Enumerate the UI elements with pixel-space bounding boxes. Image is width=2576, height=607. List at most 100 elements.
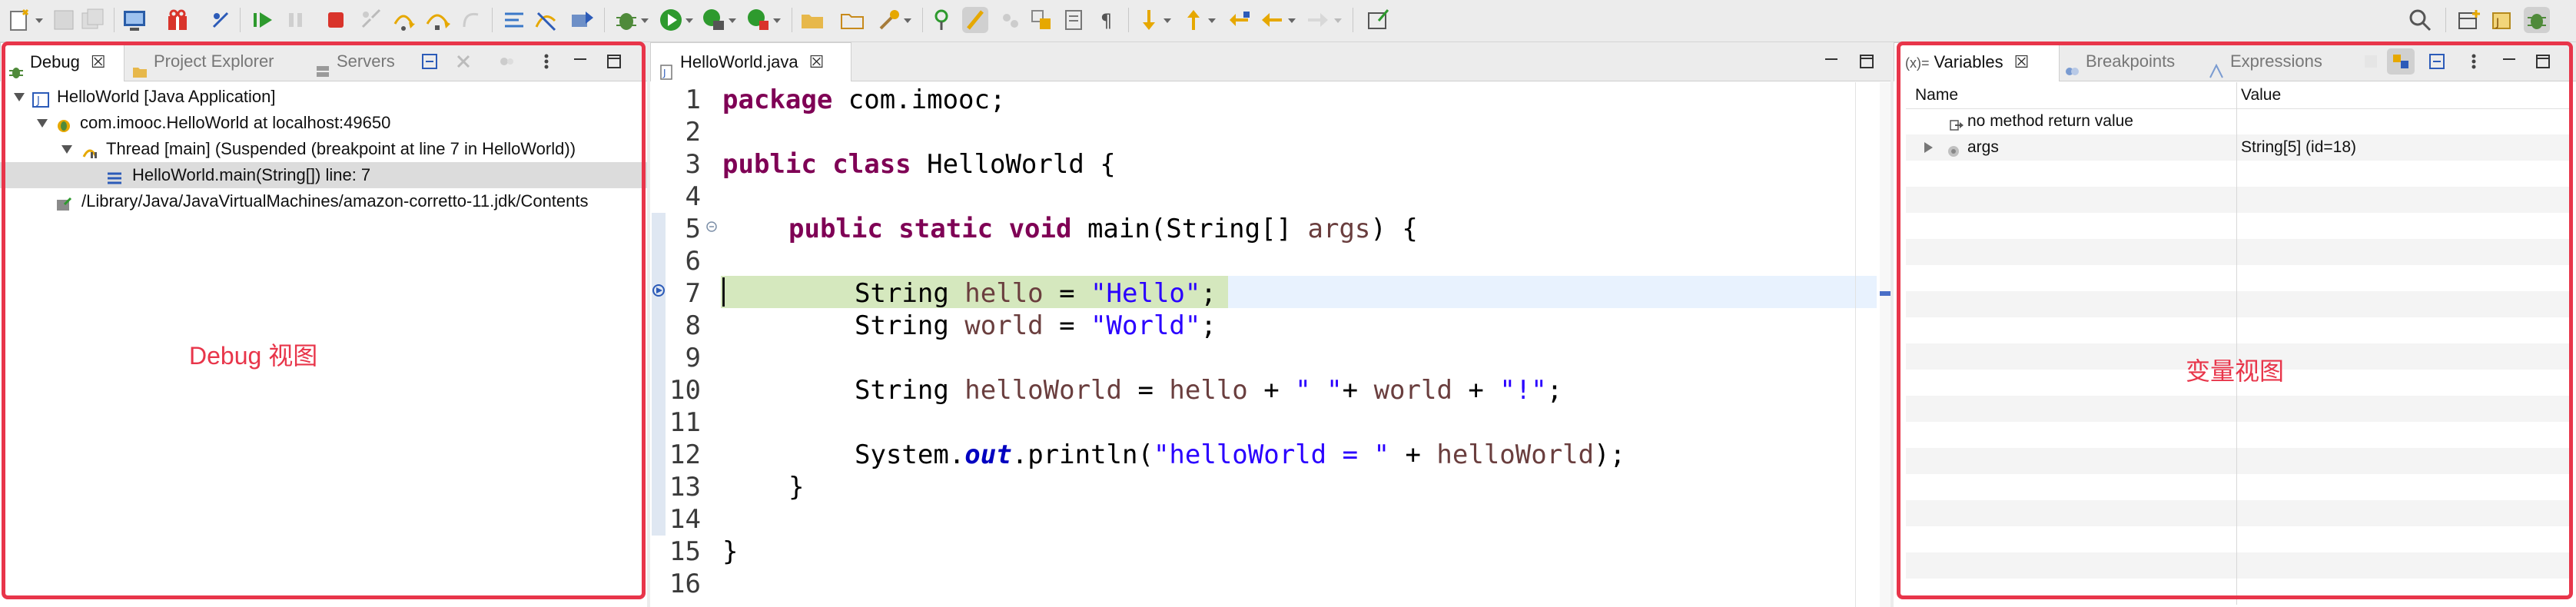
tab-debug[interactable]: Debug ☒ (0, 42, 124, 81)
terminate-icon[interactable] (323, 7, 349, 33)
pin-editor-icon[interactable] (1365, 7, 1391, 33)
last-edit-icon[interactable] (1227, 7, 1253, 33)
next-annotation-icon[interactable] (1136, 7, 1162, 33)
chevron-down-icon[interactable] (685, 18, 693, 23)
format-icon[interactable] (501, 7, 527, 33)
tab-helloworld-java[interactable]: J HelloWorld.java ☒ (650, 42, 851, 81)
chevron-down-icon[interactable] (773, 18, 781, 23)
open-perspective-icon[interactable] (2456, 7, 2482, 33)
chevron-down-icon[interactable] (37, 119, 48, 128)
prev-annotation-icon[interactable] (1180, 7, 1207, 33)
chevron-down-icon[interactable] (904, 18, 911, 23)
java-file-icon: J (659, 55, 674, 80)
code-token: = (1043, 310, 1091, 341)
drop-frame-icon[interactable] (569, 7, 595, 33)
chevron-down-icon[interactable] (1334, 18, 1342, 23)
word-wrap-icon[interactable] (1061, 7, 1087, 33)
coverage-icon[interactable] (701, 7, 727, 33)
suspend-icon[interactable] (283, 7, 309, 33)
column-header-name[interactable]: Name (1915, 82, 1958, 108)
variables-view-tabs: (x)= Variables ☒ Breakpoints Expressions (1894, 42, 2576, 81)
step-into-icon[interactable] (390, 7, 417, 33)
tree-row-vm[interactable]: com.imooc.HelloWorld at localhost:49650 (0, 110, 647, 136)
skip-breakpoints-icon[interactable] (207, 7, 234, 33)
highlight-pen-icon[interactable] (962, 7, 988, 33)
chevron-down-icon[interactable] (1208, 18, 1216, 23)
maximize-icon[interactable] (606, 53, 622, 70)
tree-row-launch[interactable]: J HelloWorld [Java Application] (0, 84, 647, 110)
chevron-down-icon[interactable] (1288, 18, 1296, 23)
code-editor[interactable]: 1 package com.imooc; 2 3 public class Hell… (650, 82, 1849, 607)
overview-ruler[interactable] (1880, 82, 1891, 607)
column-header-value[interactable]: Value (2241, 82, 2281, 108)
minimize-icon[interactable] (2501, 53, 2518, 70)
run-icon[interactable] (658, 7, 684, 33)
save-all-icon[interactable] (80, 7, 106, 33)
step-return-icon[interactable] (458, 7, 484, 33)
code-token: + (1342, 375, 1374, 406)
chevron-down-icon[interactable] (35, 18, 43, 23)
open-folder-icon[interactable] (839, 7, 865, 33)
tab-project-explorer[interactable]: Project Explorer (132, 42, 274, 81)
remove-terminated-icon[interactable] (455, 53, 472, 70)
mark-occurrences-icon[interactable] (998, 7, 1024, 33)
external-tools-icon[interactable] (745, 7, 772, 33)
back-icon[interactable] (1259, 7, 1285, 33)
debug-bug-icon[interactable] (613, 7, 639, 33)
new-icon[interactable] (8, 7, 34, 33)
tab-servers[interactable]: Servers (315, 42, 395, 81)
collapse-all-icon[interactable] (2428, 53, 2445, 70)
step-over-icon[interactable] (424, 7, 450, 33)
column-divider[interactable] (2236, 82, 2237, 605)
tab-variables[interactable]: (x)= Variables ☒ (1894, 42, 2060, 81)
maximize-icon[interactable] (1858, 53, 1875, 70)
close-icon[interactable]: ☒ (809, 43, 825, 81)
editor-tabs: J HelloWorld.java ☒ (650, 42, 1891, 81)
table-row-empty (1906, 474, 2570, 500)
search-tools-icon[interactable] (876, 7, 902, 33)
variable-token: helloWorld (1436, 439, 1595, 470)
chevron-down-icon[interactable] (641, 18, 649, 23)
debug-options-icon[interactable] (498, 53, 515, 70)
terminal-icon[interactable] (121, 7, 148, 33)
chevron-down-icon[interactable] (729, 18, 736, 23)
tree-row-stack-frame[interactable]: HelloWorld.main(String[]) line: 7 (0, 162, 647, 188)
view-menu-icon[interactable] (2465, 53, 2482, 70)
forward-icon[interactable] (1305, 7, 1331, 33)
minimize-icon[interactable] (1823, 53, 1840, 70)
new-folder-icon[interactable] (799, 7, 825, 33)
gift-icon[interactable] (164, 7, 191, 33)
save-icon[interactable] (51, 7, 77, 33)
table-row[interactable]: args String[5] (id=18) (1906, 134, 2570, 161)
add-watch-icon[interactable] (2362, 53, 2379, 70)
resume-icon[interactable] (251, 7, 277, 33)
chevron-down-icon[interactable] (1164, 18, 1171, 23)
close-icon[interactable]: ☒ (91, 43, 106, 81)
tab-expressions[interactable]: Expressions (2209, 42, 2322, 81)
show-type-names-button[interactable] (2387, 48, 2415, 75)
open-type-icon[interactable] (930, 7, 956, 33)
view-menu-icon[interactable] (538, 53, 555, 70)
table-row[interactable]: no method return value (1906, 108, 2570, 134)
java-perspective-icon[interactable]: J (2490, 7, 2516, 33)
maximize-icon[interactable] (2535, 53, 2551, 70)
tab-breakpoints[interactable]: Breakpoints (2064, 42, 2175, 81)
chevron-down-icon[interactable] (14, 93, 25, 101)
chevron-right-icon[interactable] (1924, 142, 1933, 153)
disconnect-icon[interactable] (358, 7, 384, 33)
tree-row-thread[interactable]: Thread [main] (Suspended (breakpoint at … (0, 136, 647, 162)
use-step-filters-icon[interactable] (533, 7, 559, 33)
show-whitespace-icon[interactable]: ¶ (1093, 7, 1119, 33)
debug-perspective-icon[interactable] (2524, 7, 2550, 33)
overview-marker[interactable] (1880, 291, 1891, 296)
minimize-icon[interactable] (572, 53, 589, 70)
block-selection-icon[interactable] (1028, 7, 1054, 33)
tree-row-jdk[interactable]: /Library/Java/JavaVirtualMachines/amazon… (0, 188, 647, 214)
close-icon[interactable]: ☒ (2014, 43, 2030, 81)
search-icon[interactable] (2407, 7, 2433, 33)
chevron-down-icon[interactable] (61, 145, 72, 154)
expressions-icon (2209, 55, 2224, 78)
code-token: + (1247, 375, 1296, 406)
code-token: ; (1200, 278, 1217, 309)
collapse-all-icon[interactable] (421, 53, 438, 70)
